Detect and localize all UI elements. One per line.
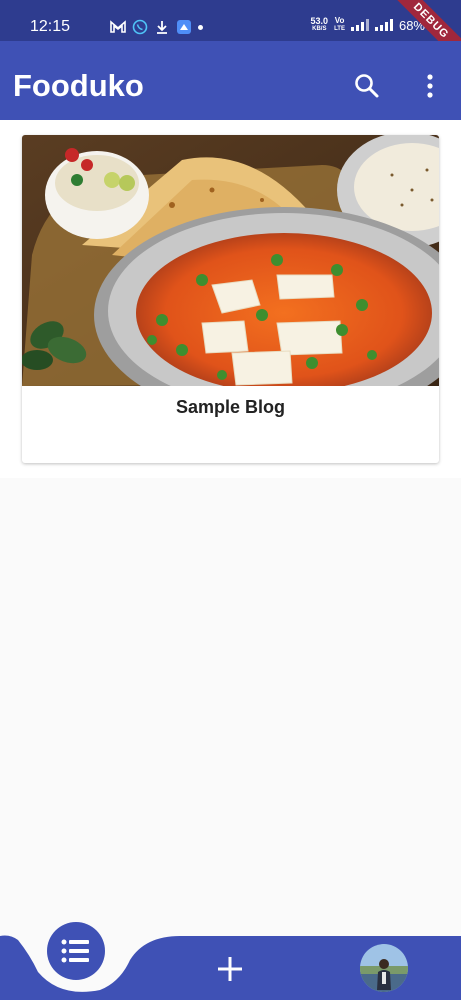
- nav-profile-avatar[interactable]: [360, 944, 408, 992]
- network-speed: 53.0 KB/S: [311, 17, 329, 33]
- more-menu-button[interactable]: [418, 71, 442, 101]
- status-time: 12:15: [30, 18, 71, 35]
- network-speed-unit: KB/S: [312, 26, 327, 32]
- blog-card[interactable]: Sample Blog: [22, 135, 439, 463]
- more-notifications-dot: [198, 24, 203, 30]
- list-icon: [61, 939, 89, 963]
- volte-bottom: LTE: [334, 26, 345, 32]
- add-icon: [218, 957, 242, 981]
- gmail-icon: [110, 19, 126, 35]
- search-button[interactable]: [352, 71, 382, 101]
- system-status-icons: 53.0 KB/S Vo LTE 68%: [311, 17, 425, 33]
- volte-indicator: Vo LTE: [334, 17, 345, 33]
- download-icon: [154, 19, 170, 35]
- volte-top: Vo: [334, 16, 345, 25]
- whatsapp-icon: [132, 19, 148, 35]
- bottom-navigation-bar: [0, 910, 461, 1000]
- app-title: Fooduko: [13, 68, 144, 103]
- app-notification-icon: [176, 19, 192, 35]
- signal-icon: [350, 19, 369, 31]
- nav-list-button[interactable]: [47, 922, 105, 980]
- notification-icons: [110, 19, 203, 35]
- search-icon: [355, 74, 379, 98]
- avatar: [360, 944, 408, 992]
- nav-add-button[interactable]: [213, 952, 247, 986]
- signal-icon-2: [374, 19, 393, 31]
- network-speed-value: 53.0: [310, 16, 329, 26]
- blog-card-title: Sample Blog: [175, 397, 286, 417]
- blog-card-image: [22, 135, 439, 386]
- status-bar: 12:15 53.0 KB/S Vo LTE 68%: [0, 0, 461, 41]
- more-vert-icon: [427, 74, 433, 98]
- app-bar: Fooduko: [0, 41, 461, 120]
